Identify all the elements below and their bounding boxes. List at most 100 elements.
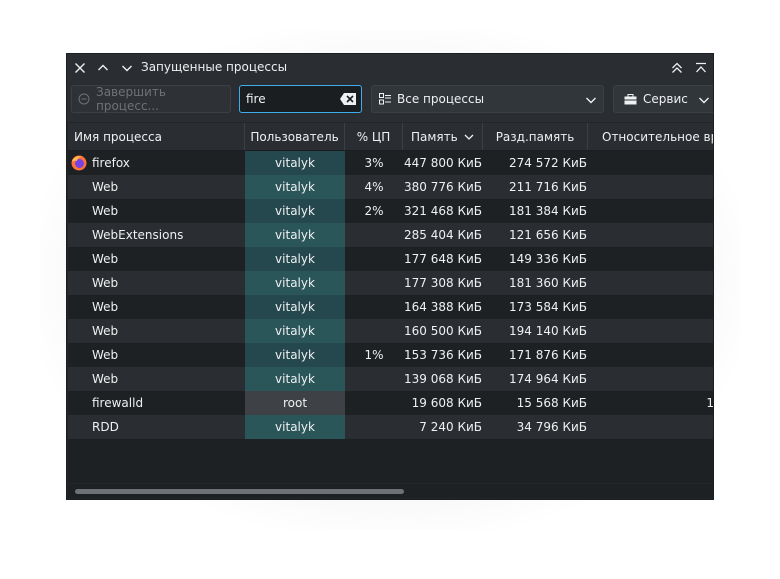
cell-shared: 181 384 КиБ <box>509 204 587 218</box>
table-row[interactable]: Web vitalyk 1% 153 736 КиБ 171 876 КиБ <box>68 343 713 367</box>
cell-cpu <box>345 247 403 271</box>
title-bar: Запущенные процессы <box>67 54 713 82</box>
sort-descending-icon <box>464 133 474 141</box>
cell-mem: 153 736 КиБ <box>404 348 482 362</box>
cell-user: vitalyk <box>245 175 345 199</box>
table-row[interactable]: WebExtensions vitalyk 285 404 КиБ 121 656 К… <box>68 223 713 247</box>
cell-rel <box>588 319 713 343</box>
tools-button[interactable]: Сервис <box>613 85 713 113</box>
cell-mem: 177 648 КиБ <box>404 252 482 266</box>
cell-shared: 121 656 КиБ <box>509 228 587 242</box>
process-window: Запущенные процессы Завершить процесс...… <box>66 53 714 500</box>
cell-mem: 7 240 КиБ <box>419 420 482 434</box>
cell-rel <box>588 367 713 391</box>
cell-rel <box>588 175 713 199</box>
cell-user: vitalyk <box>245 415 345 439</box>
table-row[interactable]: Web vitalyk 139 068 КиБ 174 964 КиБ <box>68 367 713 391</box>
tree-list-icon <box>379 93 391 105</box>
close-icon[interactable] <box>70 58 90 78</box>
cell-mem: 380 776 КиБ <box>404 180 482 194</box>
search-input[interactable] <box>244 90 336 108</box>
cell-shared: 171 876 КиБ <box>509 348 587 362</box>
cell-shared: 174 964 КиБ <box>509 372 587 386</box>
toolbox-icon <box>624 94 637 105</box>
cell-mem: 160 500 КиБ <box>404 324 482 338</box>
cell-cpu: 2% <box>364 204 384 218</box>
column-header-memory[interactable]: Память <box>403 123 483 150</box>
cell-mem: 285 404 КиБ <box>404 228 482 242</box>
tools-label: Сервис <box>643 92 688 106</box>
cell-user: vitalyk <box>245 247 345 271</box>
table-row[interactable]: Web vitalyk 177 308 КиБ 181 360 КиБ <box>68 271 713 295</box>
column-header-relative-time[interactable]: Относительное вр <box>588 123 713 150</box>
process-filter-label: Все процессы <box>397 92 485 106</box>
cell-shared: 149 336 КиБ <box>509 252 587 266</box>
cell-rel <box>588 223 713 247</box>
clear-icon[interactable] <box>339 92 357 106</box>
column-header-shared-memory[interactable]: Разд.память <box>483 123 588 150</box>
chevron-down-icon <box>698 94 710 106</box>
chevron-down-icon <box>585 94 597 106</box>
chevron-down-icon[interactable] <box>117 58 137 78</box>
table-row[interactable]: Web vitalyk 160 500 КиБ 194 140 КиБ <box>68 319 713 343</box>
chevron-up-icon[interactable] <box>93 58 113 78</box>
cell-name: Web <box>92 324 119 338</box>
cell-mem: 164 388 КиБ <box>404 300 482 314</box>
kill-process-label: Завершить процесс... <box>96 85 166 113</box>
cell-mem: 177 308 КиБ <box>404 276 482 290</box>
cell-shared: 274 572 КиБ <box>509 156 587 170</box>
process-filter-select[interactable]: Все процессы <box>371 85 604 113</box>
cell-shared: 181 360 КиБ <box>509 276 587 290</box>
cell-rel <box>588 199 713 223</box>
cell-cpu <box>345 391 403 415</box>
kill-icon <box>78 93 90 105</box>
cell-user: vitalyk <box>245 199 345 223</box>
table-row[interactable]: RDD vitalyk 7 240 КиБ 34 796 КиБ <box>68 415 713 439</box>
column-header-cpu[interactable]: % ЦП <box>345 123 403 150</box>
search-field[interactable] <box>239 85 362 113</box>
scrollbar-thumb[interactable] <box>75 489 404 494</box>
shade-icon[interactable] <box>691 58 711 78</box>
cell-cpu <box>345 415 403 439</box>
cell-rel <box>588 271 713 295</box>
cell-shared: 194 140 КиБ <box>509 324 587 338</box>
cell-cpu <box>345 223 403 247</box>
kill-process-button[interactable]: Завершить процесс... <box>71 85 231 113</box>
table-row[interactable]: firefox vitalyk 3% 447 800 КиБ 274 572 КиБ <box>68 151 713 175</box>
process-table: Имя процесса Пользователь % ЦП Память Ра… <box>68 123 714 483</box>
table-row[interactable]: Web vitalyk 164 388 КиБ 173 584 КиБ <box>68 295 713 319</box>
cell-name: Web <box>92 372 119 386</box>
cell-user: vitalyk <box>245 319 345 343</box>
column-header-user[interactable]: Пользователь <box>245 123 345 150</box>
cell-name: Web <box>92 180 119 194</box>
cell-shared: 211 716 КиБ <box>509 180 587 194</box>
cell-name: RDD <box>92 420 119 434</box>
cell-rel <box>588 343 713 367</box>
cell-rel: 1 <box>706 396 714 410</box>
cell-user: vitalyk <box>245 343 345 367</box>
cell-rel <box>588 151 713 175</box>
table-row[interactable]: Web vitalyk 2% 321 468 КиБ 181 384 КиБ <box>68 199 713 223</box>
cell-name: Web <box>92 348 119 362</box>
table-row[interactable]: Web vitalyk 177 648 КиБ 149 336 КиБ <box>68 247 713 271</box>
cell-shared: 34 796 КиБ <box>516 420 587 434</box>
cell-user: root <box>245 391 345 415</box>
cell-cpu: 4% <box>364 180 384 194</box>
column-header-name[interactable]: Имя процесса <box>68 123 245 150</box>
cell-user: vitalyk <box>245 295 345 319</box>
cell-name: Web <box>92 204 119 218</box>
cell-name: Web <box>92 300 119 314</box>
table-row[interactable]: Web vitalyk 4% 380 776 КиБ 211 716 КиБ <box>68 175 713 199</box>
cell-cpu: 1% <box>364 348 384 362</box>
cell-rel <box>588 247 713 271</box>
table-header: Имя процесса Пользователь % ЦП Память Ра… <box>68 123 713 151</box>
horizontal-scrollbar[interactable] <box>68 484 713 498</box>
table-row[interactable]: firewalld root 19 608 КиБ 15 568 КиБ 1 <box>68 391 714 415</box>
keep-above-icon[interactable] <box>667 58 687 78</box>
cell-user: vitalyk <box>245 151 345 175</box>
window-title: Запущенные процессы <box>141 60 288 74</box>
cell-name: Web <box>92 252 119 266</box>
cell-cpu <box>345 367 403 391</box>
cell-rel <box>588 295 713 319</box>
cell-rel <box>588 415 713 439</box>
